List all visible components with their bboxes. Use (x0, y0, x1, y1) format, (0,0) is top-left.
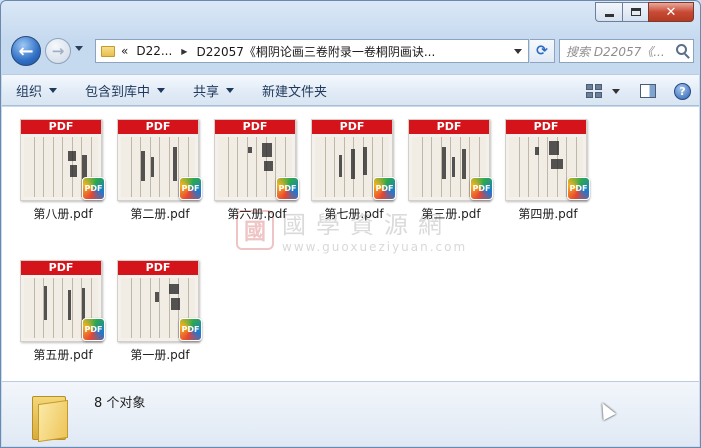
folder-large-icon (32, 392, 72, 443)
item-count: 8 个对象 (94, 396, 146, 411)
pdf-banner: PDF (118, 261, 198, 275)
organize-label: 组织 (16, 84, 43, 100)
include-in-library-menu[interactable]: 包含到库中 (71, 74, 179, 106)
file-item[interactable]: PDF PDF 第二册.pdf (107, 109, 203, 231)
pdf-banner: PDF (506, 120, 586, 134)
file-name[interactable]: 第四册.pdf (495, 205, 601, 222)
forward-button[interactable]: → (45, 38, 71, 64)
file-list[interactable]: 國 國學資源網 www.guoxueziyuan.com PDF PDF 第八册.p… (2, 107, 699, 381)
view-options-chevron-icon[interactable] (612, 88, 620, 94)
chevron-down-icon (157, 87, 166, 93)
breadcrumb-item[interactable]: D22... (136, 44, 172, 58)
file-item[interactable]: PDF PDF 第七册.pdf (301, 109, 397, 231)
command-bar: 组织 包含到库中 共享 新建文件夹 ? (2, 74, 699, 106)
file-name[interactable]: 第一册.pdf (107, 346, 213, 363)
file-item[interactable]: PDF PDF 第八册.pdf (10, 109, 106, 231)
file-name[interactable]: 第六册.pdf (204, 205, 310, 222)
include-in-library-label: 包含到库中 (85, 84, 151, 100)
pdf-app-icon: PDF (82, 318, 105, 341)
file-name[interactable]: 第五册.pdf (10, 346, 116, 363)
file-item[interactable]: PDF PDF 第一册.pdf (107, 250, 203, 372)
file-item[interactable]: PDF PDF 第六册.pdf (204, 109, 300, 231)
forward-arrow-icon: → (51, 42, 65, 60)
maximize-button[interactable] (622, 2, 648, 22)
breadcrumb-separator-icon[interactable]: ▶ (181, 47, 187, 56)
recent-pages-dropdown[interactable] (75, 46, 83, 51)
pdf-app-icon: PDF (179, 318, 202, 341)
share-menu[interactable]: 共享 (179, 74, 248, 106)
help-icon[interactable]: ? (674, 82, 691, 100)
file-name[interactable]: 第三册.pdf (398, 205, 504, 222)
pdf-app-icon: PDF (373, 177, 396, 200)
explorer-window: ✕ ← → « D22... ▶ D22057《桐阴论画三卷附录一卷桐阴画诀..… (0, 0, 701, 448)
file-item[interactable]: PDF PDF 第四册.pdf (495, 109, 591, 231)
search-icon[interactable] (676, 44, 687, 55)
back-arrow-icon: ← (18, 40, 34, 62)
pdf-app-icon: PDF (470, 177, 493, 200)
navigation-bar: ← → « D22... ▶ D22057《桐阴论画三卷附录一卷桐阴画诀... … (9, 36, 694, 66)
caption-buttons: ✕ (595, 2, 694, 22)
pdf-banner: PDF (215, 120, 295, 134)
refresh-icon: ⟳ (536, 43, 548, 59)
chevron-down-icon (514, 48, 522, 54)
pdf-banner: PDF (21, 120, 101, 134)
folder-icon (101, 45, 115, 57)
new-folder-label: 新建文件夹 (262, 84, 328, 100)
pdf-banner: PDF (409, 120, 489, 134)
breadcrumb-overflow[interactable]: « (121, 44, 128, 58)
close-button[interactable]: ✕ (648, 2, 694, 22)
refresh-button[interactable]: ⟳ (530, 39, 555, 63)
close-icon: ✕ (665, 4, 677, 20)
new-folder-button[interactable]: 新建文件夹 (248, 74, 341, 106)
pdf-app-icon: PDF (82, 177, 105, 200)
back-button[interactable]: ← (11, 36, 41, 66)
preview-pane-icon[interactable] (640, 84, 656, 98)
pdf-banner: PDF (312, 120, 392, 134)
search-input[interactable]: 搜索 D22057《... (566, 43, 674, 60)
pdf-app-icon: PDF (179, 177, 202, 200)
file-item[interactable]: PDF PDF 第五册.pdf (10, 250, 106, 372)
file-name[interactable]: 第七册.pdf (301, 205, 407, 222)
address-dropdown-button[interactable] (508, 40, 528, 62)
chevron-down-icon (49, 87, 58, 93)
pdf-banner: PDF (21, 261, 101, 275)
change-view-icon[interactable] (586, 84, 602, 98)
breadcrumb-item-current[interactable]: D22057《桐阴论画三卷附录一卷桐阴画诀... (196, 43, 435, 60)
pdf-banner: PDF (118, 120, 198, 134)
file-item[interactable]: PDF PDF 第三册.pdf (398, 109, 494, 231)
search-box[interactable]: 搜索 D22057《... (559, 39, 694, 63)
watermark-url: www.guoxueziyuan.com (282, 240, 468, 254)
address-bar[interactable]: « D22... ▶ D22057《桐阴论画三卷附录一卷桐阴画诀... (95, 39, 529, 63)
details-pane: 8 个对象 (2, 381, 699, 446)
maximize-icon (630, 8, 641, 16)
minimize-icon (604, 13, 614, 17)
organize-menu[interactable]: 组织 (2, 74, 71, 106)
file-name[interactable]: 第二册.pdf (107, 205, 213, 222)
chevron-down-icon (226, 87, 235, 93)
minimize-button[interactable] (595, 2, 622, 22)
pdf-app-icon: PDF (276, 177, 299, 200)
pdf-app-icon: PDF (567, 177, 590, 200)
share-label: 共享 (193, 84, 220, 100)
file-name[interactable]: 第八册.pdf (10, 205, 116, 222)
